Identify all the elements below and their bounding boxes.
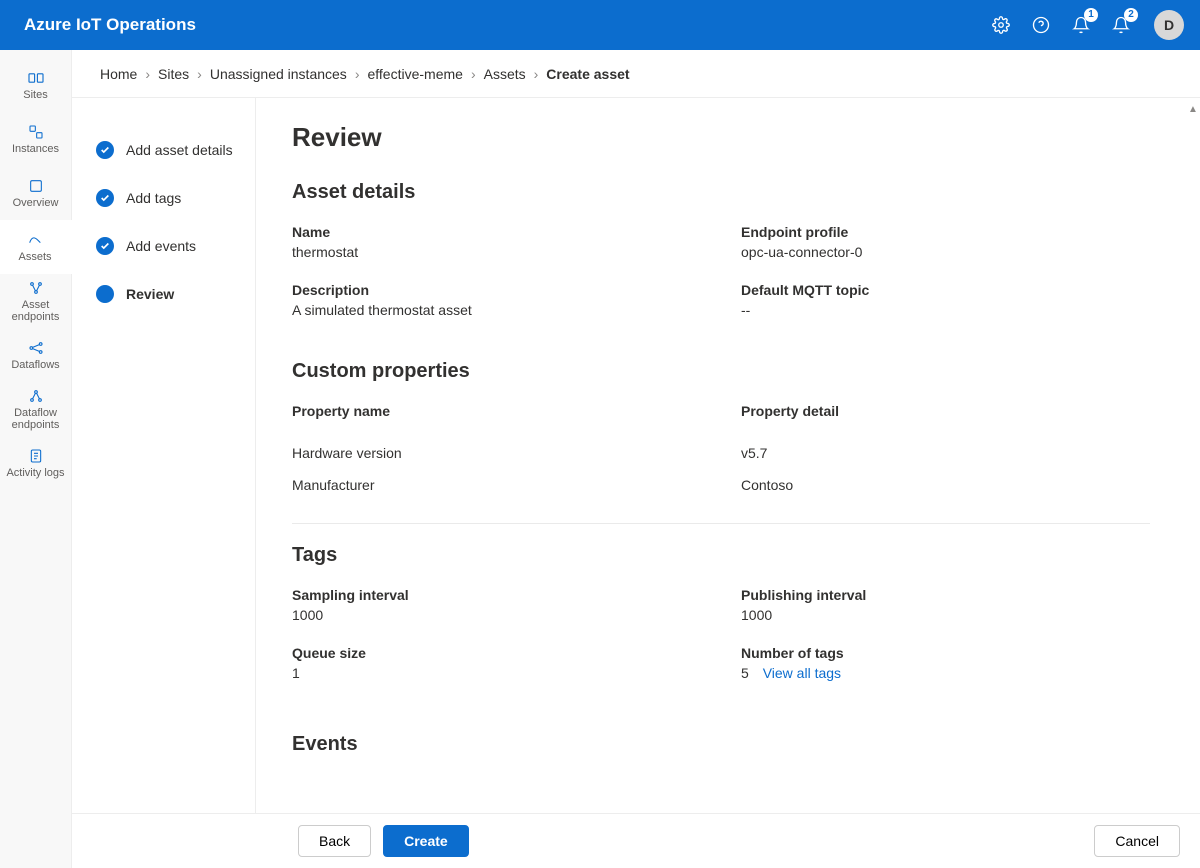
back-button[interactable]: Back <box>298 825 371 857</box>
sidebar-item-activity-logs[interactable]: Activity logs <box>0 436 71 490</box>
chevron-right-icon: › <box>355 66 360 82</box>
breadcrumb-home[interactable]: Home <box>100 66 137 82</box>
asset-endpoints-icon <box>28 279 44 297</box>
scroll-up-icon[interactable]: ▲ <box>1188 102 1198 117</box>
wizard-footer: Back Create Cancel <box>72 813 1200 868</box>
instances-icon <box>28 123 44 141</box>
sidebar-item-overview[interactable]: Overview <box>0 166 71 220</box>
custom-prop-row: Manufacturer <box>292 477 701 493</box>
field-name: Name thermostat <box>292 224 701 260</box>
assets-icon <box>27 231 43 249</box>
overview-icon <box>28 177 44 195</box>
breadcrumb-sites[interactable]: Sites <box>158 66 189 82</box>
field-publishing-interval: Publishing interval 1000 <box>741 587 1150 623</box>
custom-prop-row: Contoso <box>741 477 1150 493</box>
alerts-bell-icon[interactable]: 2 <box>1110 14 1132 36</box>
sidebar-item-asset-endpoints[interactable]: Asset endpoints <box>0 274 71 328</box>
custom-prop-header-detail: Property detail <box>741 403 1150 423</box>
avatar[interactable]: D <box>1154 10 1184 40</box>
field-mqtt-topic: Default MQTT topic -- <box>741 282 1150 318</box>
page-title: Review <box>292 122 1150 153</box>
current-step-icon <box>96 285 114 303</box>
dataflow-endpoints-icon <box>28 387 44 405</box>
dataflows-icon <box>28 339 44 357</box>
field-sampling-interval: Sampling interval 1000 <box>292 587 701 623</box>
check-circle-icon <box>96 237 114 255</box>
breadcrumb-current: Create asset <box>546 66 629 82</box>
custom-prop-header-name: Property name <box>292 403 701 423</box>
app-header: Azure IoT Operations 1 2 D <box>0 0 1200 50</box>
section-events-title: Events <box>292 733 1150 756</box>
sidebar-item-dataflow-endpoints[interactable]: Dataflow endpoints <box>0 382 71 436</box>
step-add-tags[interactable]: Add tags <box>96 174 239 222</box>
sidebar-item-instances[interactable]: Instances <box>0 112 71 166</box>
scrollbar[interactable]: ▲ <box>1186 98 1200 813</box>
alerts-badge: 2 <box>1124 8 1138 22</box>
notification-badge: 1 <box>1084 8 1098 22</box>
step-add-events[interactable]: Add events <box>96 222 239 270</box>
chevron-right-icon: › <box>534 66 539 82</box>
section-asset-details-title: Asset details <box>292 181 1150 204</box>
field-queue-size: Queue size 1 <box>292 645 701 681</box>
custom-prop-row: v5.7 <box>741 445 1150 461</box>
section-custom-properties-title: Custom properties <box>292 360 1150 383</box>
check-circle-icon <box>96 141 114 159</box>
sidebar-item-assets[interactable]: Assets <box>0 220 72 274</box>
breadcrumb: Home › Sites › Unassigned instances › ef… <box>72 50 1200 98</box>
sidebar: Sites Instances Overview Assets Asset en… <box>0 50 72 868</box>
activity-logs-icon <box>28 447 44 465</box>
gear-icon[interactable] <box>990 14 1012 36</box>
wizard-steps: Add asset details Add tags Add events Re… <box>72 98 256 813</box>
sites-icon <box>27 69 45 87</box>
field-description: Description A simulated thermostat asset <box>292 282 701 318</box>
help-icon[interactable] <box>1030 14 1052 36</box>
section-divider <box>292 523 1150 524</box>
sidebar-item-sites[interactable]: Sites <box>0 58 71 112</box>
chevron-right-icon: › <box>471 66 476 82</box>
step-add-asset-details[interactable]: Add asset details <box>96 126 239 174</box>
main-area: Home › Sites › Unassigned instances › ef… <box>72 50 1200 868</box>
view-all-tags-link[interactable]: View all tags <box>763 665 841 681</box>
sidebar-item-dataflows[interactable]: Dataflows <box>0 328 71 382</box>
breadcrumb-unassigned[interactable]: Unassigned instances <box>210 66 347 82</box>
section-tags-title: Tags <box>292 544 1150 567</box>
review-panel: Review Asset details Name thermostat End… <box>256 98 1186 813</box>
custom-prop-row: Hardware version <box>292 445 701 461</box>
create-button[interactable]: Create <box>383 825 469 857</box>
breadcrumb-instance[interactable]: effective-meme <box>367 66 462 82</box>
breadcrumb-assets[interactable]: Assets <box>484 66 526 82</box>
cancel-button[interactable]: Cancel <box>1094 825 1180 857</box>
field-number-of-tags: Number of tags 5 View all tags <box>741 645 1150 681</box>
step-review[interactable]: Review <box>96 270 239 318</box>
header-actions: 1 2 D <box>990 10 1184 40</box>
chevron-right-icon: › <box>145 66 150 82</box>
chevron-right-icon: › <box>197 66 202 82</box>
check-circle-icon <box>96 189 114 207</box>
notification-bell-icon[interactable]: 1 <box>1070 14 1092 36</box>
app-title: Azure IoT Operations <box>24 15 196 35</box>
field-endpoint-profile: Endpoint profile opc-ua-connector-0 <box>741 224 1150 260</box>
